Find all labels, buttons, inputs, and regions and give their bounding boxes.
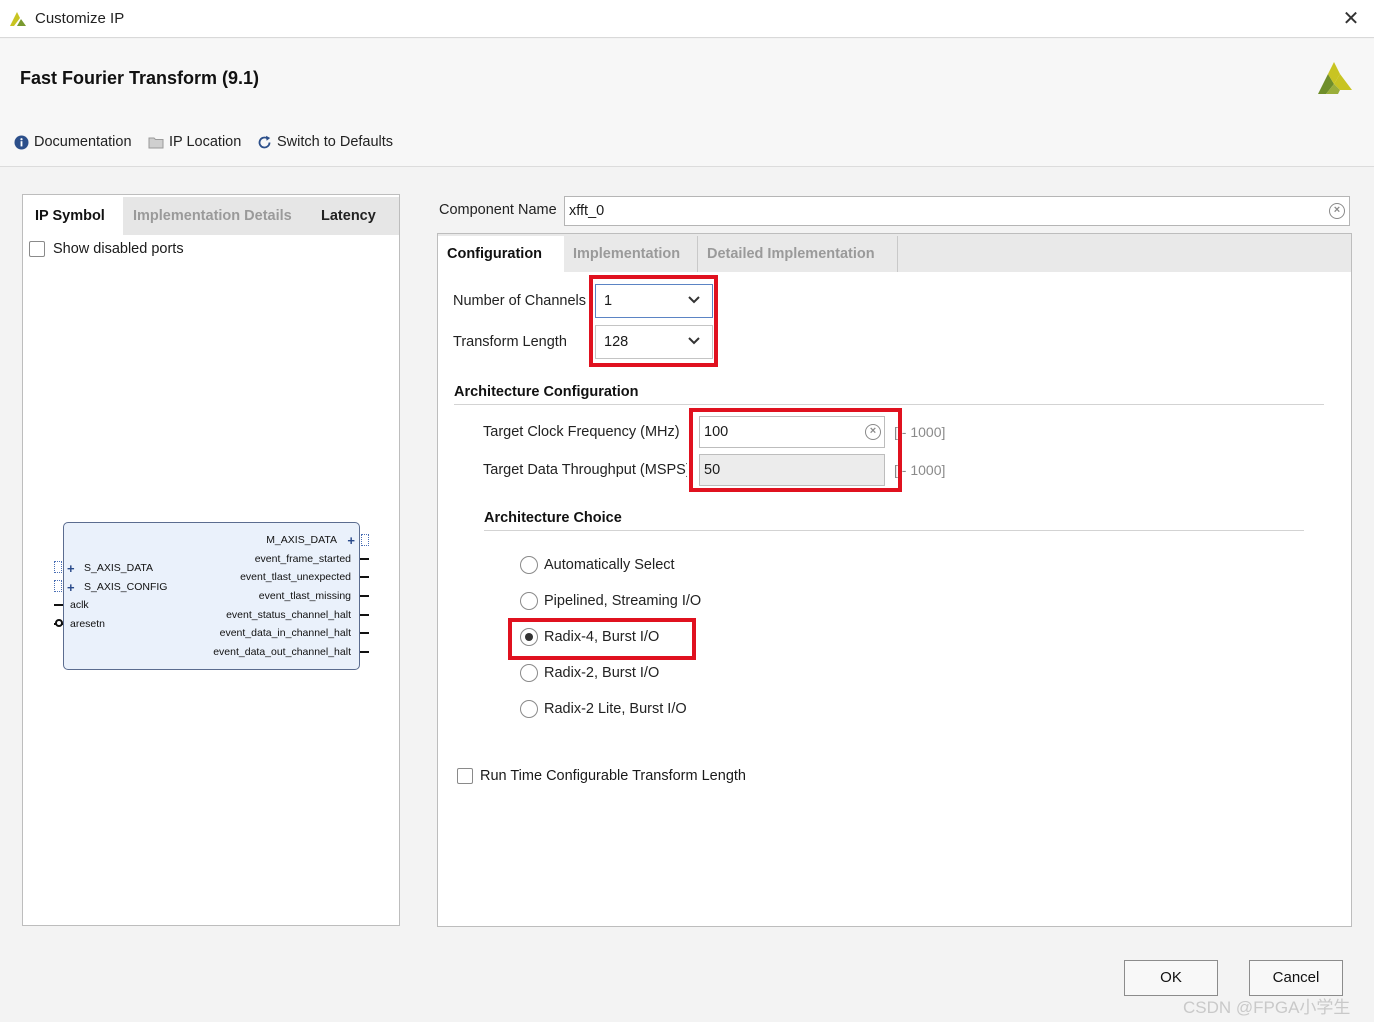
documentation-button[interactable]: Documentation — [14, 132, 132, 152]
ip-location-button[interactable]: IP Location — [148, 132, 241, 152]
refresh-icon — [257, 135, 272, 150]
tab-ip-symbol[interactable]: IP Symbol — [25, 197, 123, 235]
runtime-configurable-label: Run Time Configurable Transform Length — [480, 768, 746, 784]
architecture-choice-title: Architecture Choice — [484, 510, 622, 526]
radio-selected-dot — [525, 633, 533, 641]
radio-radix4-burst[interactable]: Radix-4, Burst I/O — [520, 628, 659, 646]
expand-s-axis-config-icon[interactable]: + — [67, 581, 75, 594]
transform-length-select[interactable]: 128 — [595, 325, 713, 359]
runtime-configurable-checkbox[interactable] — [457, 768, 473, 784]
ok-button[interactable]: OK — [1124, 960, 1218, 996]
bus-m-axis-data-icon — [361, 534, 369, 546]
component-name-value: xfft_0 — [569, 203, 605, 219]
radio-label: Radix-2 Lite, Burst I/O — [544, 701, 687, 717]
port-event-tlast-missing: event_tlast_missing — [258, 590, 351, 602]
tab-implementation-details[interactable]: Implementation Details — [123, 197, 311, 235]
expand-m-axis-data-icon[interactable]: + — [347, 534, 355, 547]
target-clock-range: [ - 1000] — [894, 424, 946, 440]
ip-location-label: IP Location — [169, 134, 242, 150]
folder-icon — [148, 136, 164, 149]
target-data-throughput-label: Target Data Throughput (MSPS) — [483, 462, 687, 478]
info-icon — [14, 135, 29, 150]
number-of-channels-value: 1 — [604, 293, 613, 309]
tab-implementation[interactable]: Implementation — [564, 236, 698, 272]
pin-event-status-channel-halt — [360, 614, 369, 616]
show-disabled-ports-toggle[interactable]: Show disabled ports — [29, 241, 184, 257]
title-bar — [0, 0, 1374, 38]
number-of-channels-select[interactable]: 1 — [595, 284, 713, 318]
aresetn-invert-bubble — [55, 619, 63, 627]
pin-event-tlast-unexpected — [360, 576, 369, 578]
ip-title: Fast Fourier Transform (9.1) — [20, 68, 260, 88]
pin-event-tlast-missing — [360, 595, 369, 597]
radio-radix2-lite-burst[interactable]: Radix-2 Lite, Burst I/O — [520, 700, 687, 718]
configuration-panel: Configuration Implementation Detailed Im… — [437, 233, 1352, 927]
transform-length-label: Transform Length — [453, 334, 567, 350]
chevron-down-icon — [688, 337, 700, 345]
bus-s-axis-config-icon — [54, 580, 62, 592]
chevron-down-icon — [688, 296, 700, 304]
xilinx-logo-icon — [1318, 62, 1352, 94]
pin-event-data-in-channel-halt — [360, 632, 369, 634]
port-event-tlast-unexpected: event_tlast_unexpected — [240, 571, 351, 583]
switch-to-defaults-label: Switch to Defaults — [277, 134, 394, 150]
runtime-configurable-toggle[interactable]: Run Time Configurable Transform Length — [457, 768, 746, 784]
port-m-axis-data: M_AXIS_DATA — [266, 534, 337, 546]
ip-symbol-block: M_AXIS_DATA event_frame_started event_tl… — [63, 522, 360, 670]
pin-aclk — [54, 604, 63, 606]
port-aclk: aclk — [70, 599, 89, 611]
target-throughput-range: [ - 1000] — [894, 462, 946, 478]
show-disabled-ports-checkbox[interactable] — [29, 241, 45, 257]
number-of-channels-label: Number of Channels — [453, 293, 586, 309]
radio-label: Automatically Select — [544, 557, 675, 573]
cancel-button[interactable]: Cancel — [1249, 960, 1343, 996]
port-aresetn: aresetn — [70, 618, 106, 630]
target-data-throughput-value: 50 — [704, 462, 721, 478]
architecture-configuration-title: Architecture Configuration — [454, 384, 639, 400]
radio-label: Pipelined, Streaming I/O — [544, 593, 702, 609]
radio-button[interactable] — [520, 664, 538, 682]
expand-s-axis-data-icon[interactable]: + — [67, 562, 75, 575]
show-disabled-ports-label: Show disabled ports — [53, 241, 184, 257]
radio-radix2-burst[interactable]: Radix-2, Burst I/O — [520, 664, 659, 682]
clear-circle-icon[interactable]: × — [865, 424, 881, 440]
target-clock-frequency-label: Target Clock Frequency (MHz) — [483, 424, 680, 440]
component-name-label: Component Name — [439, 202, 557, 218]
radio-button[interactable] — [520, 700, 538, 718]
port-event-data-in-channel-halt: event_data_in_channel_halt — [219, 627, 351, 639]
vivado-logo-icon — [10, 12, 26, 26]
tab-detailed-implementation[interactable]: Detailed Implementation — [698, 236, 898, 272]
tab-latency[interactable]: Latency — [311, 197, 399, 235]
radio-automatically-select[interactable]: Automatically Select — [520, 556, 675, 574]
pin-event-data-out-channel-halt — [360, 651, 369, 653]
transform-length-value: 128 — [604, 334, 629, 350]
target-data-throughput-input[interactable]: 50 — [699, 454, 885, 486]
radio-label: Radix-2, Burst I/O — [544, 665, 660, 681]
clear-circle-icon[interactable]: × — [1329, 203, 1345, 219]
radio-button[interactable] — [520, 556, 538, 574]
close-icon[interactable]: ✕ — [1338, 6, 1364, 32]
port-event-data-out-channel-halt: event_data_out_channel_halt — [213, 646, 351, 658]
radio-pipelined-streaming[interactable]: Pipelined, Streaming I/O — [520, 592, 701, 610]
port-s-axis-data: S_AXIS_DATA — [84, 562, 154, 574]
port-s-axis-config: S_AXIS_CONFIG — [84, 581, 168, 593]
csdn-watermark: CSDN @FPGA小学生 — [1183, 998, 1351, 1017]
radio-label: Radix-4, Burst I/O — [544, 629, 660, 645]
section-divider — [484, 530, 1304, 531]
switch-to-defaults-button[interactable]: Switch to Defaults — [257, 132, 393, 152]
target-clock-frequency-input[interactable]: 100 × — [699, 416, 885, 448]
ip-symbol-panel: IP Symbol Implementation Details Latency… — [22, 194, 400, 926]
component-name-input[interactable]: xfft_0 × — [564, 196, 1350, 226]
documentation-label: Documentation — [34, 134, 132, 150]
port-event-status-channel-halt: event_status_channel_halt — [226, 609, 351, 621]
radio-button-selected[interactable] — [520, 628, 538, 646]
port-event-frame-started: event_frame_started — [254, 553, 351, 565]
tab-configuration[interactable]: Configuration — [438, 236, 564, 272]
target-clock-frequency-value: 100 — [704, 424, 729, 440]
pin-event-frame-started — [360, 558, 369, 560]
bus-s-axis-data-icon — [54, 561, 62, 573]
section-divider — [454, 404, 1324, 405]
window-title: Customize IP — [35, 10, 125, 27]
radio-button[interactable] — [520, 592, 538, 610]
